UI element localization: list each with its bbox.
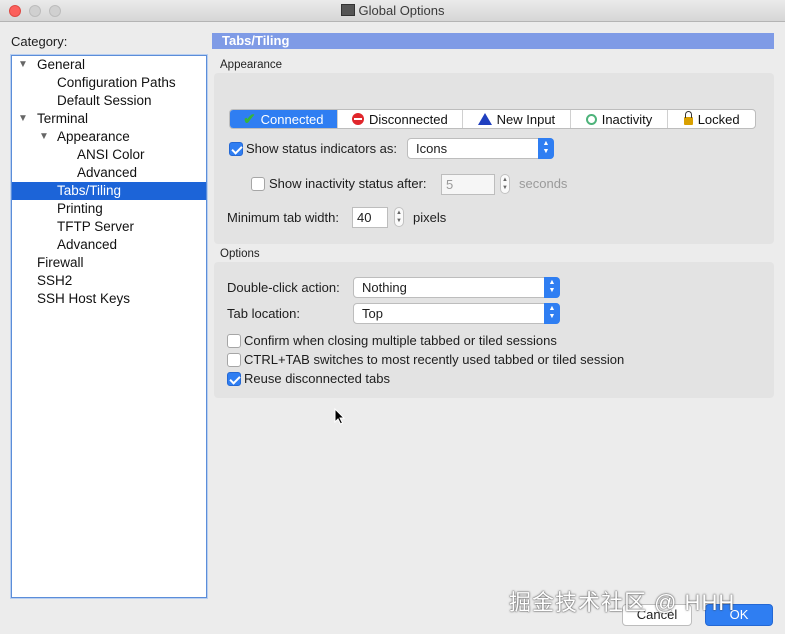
segment-new-input[interactable]: New Input: [463, 110, 571, 128]
window-title-wrap: Global Options: [0, 3, 785, 18]
tree-item-appearance-advanced[interactable]: Advanced: [12, 164, 206, 182]
tree-item-label: Default Session: [57, 93, 152, 108]
min-tab-width-unit-label: pixels: [413, 210, 447, 225]
tree-item-terminal-advanced[interactable]: Advanced: [12, 236, 206, 254]
popup-chevrons-icon: ▲ ▼: [544, 277, 560, 298]
tree-item-configuration-paths[interactable]: Configuration Paths: [12, 74, 206, 92]
double-click-action-label: Double-click action:: [227, 280, 340, 295]
segment-label: New Input: [496, 111, 556, 127]
tree-item-label: SSH2: [37, 273, 73, 288]
tree-item-label: TFTP Server: [57, 219, 135, 234]
show-status-indicators-checkbox[interactable]: [229, 142, 243, 156]
segment-inactivity[interactable]: Inactivity: [571, 110, 669, 128]
segment-label: Locked: [697, 111, 740, 127]
warning-icon: [477, 113, 492, 125]
tree-item-firewall[interactable]: Firewall: [12, 254, 206, 272]
inactivity-seconds-stepper[interactable]: ▲ ▼: [500, 174, 510, 194]
options-section-label: Options: [220, 248, 260, 260]
disclosure-triangle-icon[interactable]: ▼: [39, 128, 49, 146]
tree-item-label: ANSI Color: [77, 147, 145, 162]
show-inactivity-status-checkbox[interactable]: [251, 177, 265, 191]
tree-item-tftp-server[interactable]: TFTP Server: [12, 218, 206, 236]
window-title: Global Options: [358, 3, 445, 18]
tree-item-terminal[interactable]: ▼ Terminal: [12, 110, 206, 128]
category-tree[interactable]: ▼ General Configuration Paths Default Se…: [11, 55, 207, 598]
tab-location-label: Tab location:: [227, 306, 300, 321]
tree-item-label: Terminal: [37, 111, 89, 126]
segment-label: Inactivity: [601, 111, 653, 127]
inactivity-unit-label: seconds: [519, 176, 568, 191]
popup-chevrons-icon: ▲ ▼: [538, 138, 554, 159]
tree-item-label: General: [37, 57, 86, 72]
disclosure-triangle-icon[interactable]: ▼: [18, 56, 28, 74]
min-tab-width-field[interactable]: 40: [352, 207, 388, 228]
lock-icon: [683, 111, 693, 125]
status-segmented-control[interactable]: ✔ Connected Disconnected New Input Inact…: [229, 109, 756, 129]
ctrl-tab-label: CTRL+TAB switches to most recently used …: [244, 352, 625, 367]
tree-item-label: Advanced: [57, 237, 118, 252]
tree-item-default-session[interactable]: Default Session: [12, 92, 206, 110]
tree-item-label: Appearance: [57, 129, 130, 144]
segment-connected[interactable]: ✔ Connected: [230, 110, 338, 128]
clock-icon: [585, 113, 597, 125]
reuse-disconnected-tabs-label: Reuse disconnected tabs: [244, 371, 390, 386]
window-titlebar: Global Options: [0, 0, 785, 22]
ctrl-tab-checkbox[interactable]: [227, 353, 241, 367]
checkmark-icon: ✔: [243, 110, 256, 128]
segment-locked[interactable]: Locked: [668, 110, 755, 128]
popup-value: Icons: [416, 141, 448, 156]
panel-title: Tabs/Tiling: [212, 33, 774, 49]
tree-item-ssh2[interactable]: SSH2: [12, 272, 206, 290]
tree-item-label: Firewall: [37, 255, 84, 270]
category-label: Category:: [11, 34, 68, 49]
status-indicator-style-popup[interactable]: Icons ▲ ▼: [407, 138, 554, 159]
inactivity-seconds-field[interactable]: 5: [441, 174, 495, 195]
tree-item-label: Advanced: [77, 165, 138, 180]
popup-chevrons-icon: ▲ ▼: [544, 303, 560, 324]
stop-icon: [351, 113, 364, 125]
watermark-text: 掘金技术社区 @ HHH: [509, 590, 736, 615]
min-tab-width-label: Minimum tab width:: [227, 210, 339, 225]
segment-label: Disconnected: [368, 111, 448, 127]
tree-item-tabs-tiling[interactable]: Tabs/Tiling: [12, 182, 206, 200]
segment-disconnected[interactable]: Disconnected: [338, 110, 464, 128]
app-icon: [340, 4, 355, 16]
min-tab-width-stepper[interactable]: ▲ ▼: [394, 207, 404, 227]
show-inactivity-status-label: Show inactivity status after:: [269, 176, 427, 191]
segment-label: Connected: [260, 111, 324, 127]
reuse-disconnected-tabs-checkbox[interactable]: [227, 372, 241, 386]
show-status-indicators-label: Show status indicators as:: [246, 141, 398, 156]
tree-item-label: Tabs/Tiling: [57, 183, 122, 198]
confirm-close-label: Confirm when closing multiple tabbed or …: [244, 333, 557, 348]
tree-item-appearance[interactable]: ▼ Appearance: [12, 128, 206, 146]
mouse-cursor-icon: [334, 408, 346, 425]
tab-location-popup[interactable]: Top ▲ ▼: [353, 303, 560, 324]
tree-item-label: SSH Host Keys: [37, 291, 131, 306]
double-click-action-popup[interactable]: Nothing ▲ ▼: [353, 277, 560, 298]
tree-item-ansi-color[interactable]: ANSI Color: [12, 146, 206, 164]
tree-item-label: Printing: [57, 201, 103, 216]
tree-item-general[interactable]: ▼ General: [12, 56, 206, 74]
tree-item-ssh-host-keys[interactable]: SSH Host Keys: [12, 290, 206, 308]
disclosure-triangle-icon[interactable]: ▼: [18, 110, 28, 128]
tree-item-label: Configuration Paths: [57, 75, 176, 90]
tree-item-printing[interactable]: Printing: [12, 200, 206, 218]
appearance-section-label: Appearance: [220, 59, 283, 71]
popup-value: Nothing: [362, 280, 407, 295]
popup-value: Top: [362, 306, 383, 321]
confirm-close-checkbox[interactable]: [227, 334, 241, 348]
